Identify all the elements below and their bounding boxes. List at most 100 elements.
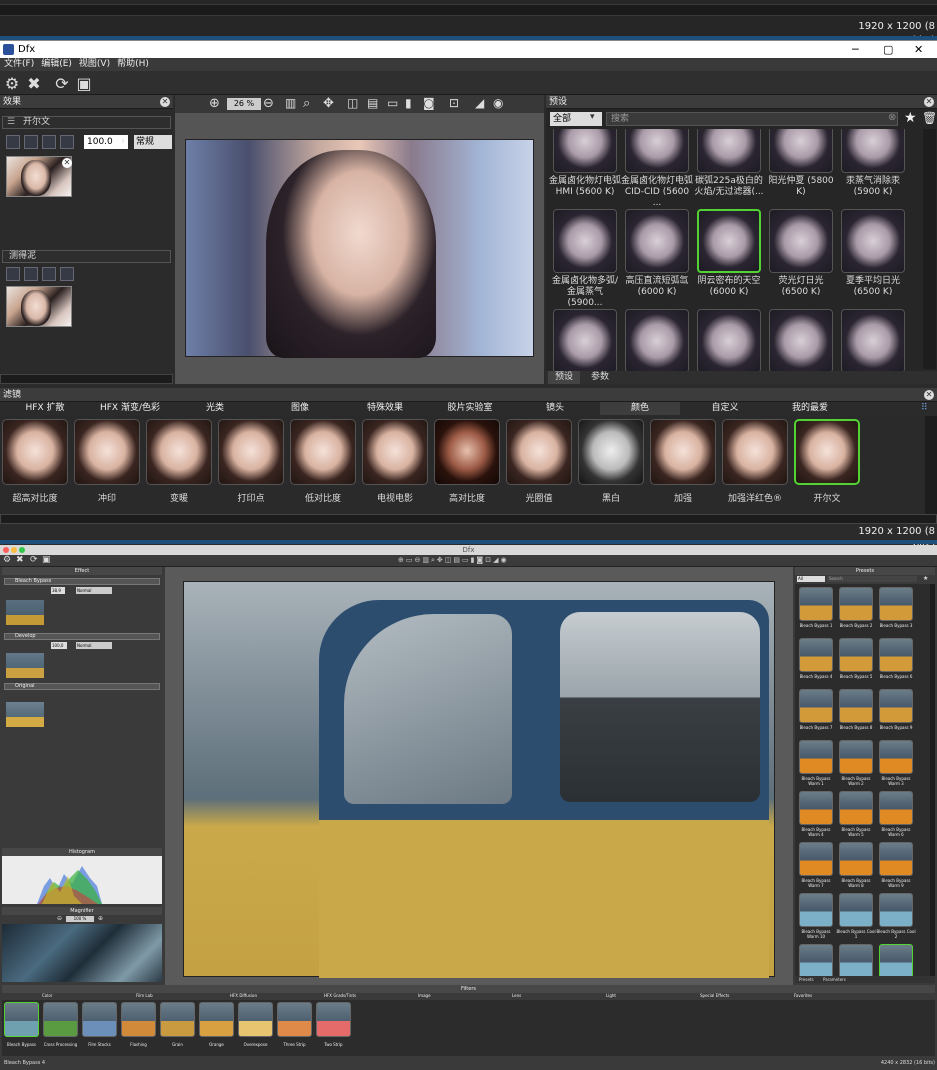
filter-tile[interactable]: 开尔文 bbox=[794, 419, 860, 514]
preset-tile-2[interactable]: Bleach Bypass Warm 9 bbox=[879, 842, 913, 891]
filter-category-tab[interactable]: 颜色 bbox=[600, 402, 680, 415]
refresh-icon[interactable]: ⟳ bbox=[30, 555, 38, 565]
tab-presets-2[interactable]: Presets bbox=[799, 976, 814, 983]
brush-icon[interactable] bbox=[6, 267, 20, 281]
trash-icon[interactable]: 🗑 bbox=[922, 111, 937, 125]
preset-tile-2[interactable]: Bleach Bypass 5 bbox=[839, 638, 873, 687]
preset-tile[interactable]: 荧光灯日光 (6500 K) bbox=[769, 209, 833, 299]
filter-tile-2[interactable]: Flashing bbox=[121, 1002, 156, 1052]
preset-tile-2[interactable]: Bleach Bypass Warm 8 bbox=[839, 842, 873, 891]
preset-tile-2[interactable]: Bleach Bypass 7 bbox=[799, 689, 833, 738]
lightning-icon[interactable] bbox=[42, 135, 56, 149]
filter-category-tab[interactable]: HFX 扩散 bbox=[5, 402, 85, 415]
mask-icon[interactable] bbox=[60, 135, 74, 149]
preset-tile[interactable]: 光夏季遮阳 (7100 bbox=[553, 309, 617, 371]
preset-tile-2[interactable]: Bleach Bypass Warm 1 bbox=[799, 740, 833, 789]
mask-icon[interactable] bbox=[60, 267, 74, 281]
filter-tile-2[interactable]: Orange bbox=[199, 1002, 234, 1052]
presets-category-select[interactable]: All bbox=[797, 576, 825, 582]
preset-tile-2[interactable]: Bleach Bypass Warm 3 bbox=[879, 740, 913, 789]
preset-tile-2[interactable]: Bleach Bypass Warm 10 bbox=[799, 893, 833, 942]
lightning-icon[interactable] bbox=[42, 267, 56, 281]
presets-search-input[interactable]: Search bbox=[827, 576, 917, 582]
filter-category-tab[interactable]: 自定义 bbox=[685, 402, 765, 415]
split-horizontal-icon[interactable]: ▭ bbox=[387, 96, 398, 110]
delete-icon[interactable]: ✖ bbox=[25, 75, 43, 93]
tab-parameters-2[interactable]: Parameters bbox=[823, 976, 846, 983]
develop-thumbnail[interactable] bbox=[6, 653, 44, 678]
presets-scrollbar-2[interactable] bbox=[930, 584, 935, 976]
preset-tile-2[interactable]: Bleach Bypass Warm 7 bbox=[799, 842, 833, 891]
preset-tile-2[interactable]: Bleach Bypass 6 bbox=[879, 638, 913, 687]
filter-category-tab-2[interactable]: Lens bbox=[512, 993, 521, 999]
develop-mode-select[interactable]: Normal bbox=[76, 642, 112, 649]
clear-search-icon[interactable]: ⊗ bbox=[888, 112, 896, 123]
preset-tile-2[interactable]: Bleach Bypass Warm 4 bbox=[799, 791, 833, 840]
split-side-icon[interactable]: ▤ bbox=[367, 96, 378, 110]
filter-tile-2[interactable]: Film Stocks bbox=[82, 1002, 117, 1052]
preset-tile-2[interactable]: Bleach Bypass Warm 2 bbox=[839, 740, 873, 789]
magnifier-icon[interactable]: ⌕ bbox=[303, 96, 310, 111]
mask-view-icon[interactable]: ⊡ bbox=[449, 96, 459, 110]
tab-parameters[interactable]: 参数 bbox=[584, 371, 616, 384]
search-input[interactable]: 搜索 bbox=[606, 112, 898, 126]
grid-view-icon[interactable]: ⠿ bbox=[921, 403, 928, 413]
preset-tile-2[interactable]: Bleach Bypass Cool 1 bbox=[836, 893, 876, 942]
preset-tile[interactable]: 金属卤化物灯电弧 HMI (5600 K) bbox=[549, 129, 621, 199]
preset-tile[interactable]: 天窗 (12000 K) bbox=[841, 309, 905, 371]
close-filters-icon[interactable]: ✕ bbox=[924, 390, 934, 400]
preset-tile[interactable]: 汞蒸气消除汞 (5900 K) bbox=[841, 129, 905, 199]
filter-tile[interactable]: 打印点 bbox=[218, 419, 284, 514]
gear-icon[interactable]: ⚙ bbox=[3, 75, 21, 93]
filter-category-tab-2[interactable]: Light bbox=[606, 993, 616, 999]
filter-tile[interactable]: 高对比度 bbox=[434, 419, 500, 514]
filter-tile[interactable]: 加强 bbox=[650, 419, 716, 514]
zoom-in-icon[interactable]: ⊕ bbox=[98, 915, 103, 922]
bypass-value-input[interactable]: 38,9 bbox=[51, 587, 65, 594]
preset-tile-2[interactable]: Bleach Bypass Cool 2 bbox=[876, 893, 916, 942]
maximize-icon[interactable]: ▢ bbox=[883, 41, 893, 58]
preview-tool-icons[interactable]: ⊕▭⊖▥⌕✥◫▤▭▮◙⊡◢◉ bbox=[398, 556, 563, 565]
star-icon[interactable]: ★ bbox=[904, 110, 917, 126]
filter-horizontal-scrollbar[interactable] bbox=[0, 514, 937, 524]
filter-category-tab[interactable]: 胶片实验室 bbox=[430, 402, 510, 415]
layer-bleach-bypass[interactable]: Bleach Bypass bbox=[4, 578, 160, 585]
preset-tile-2[interactable]: Bleach Bypass 8 bbox=[839, 689, 873, 738]
preset-tile-2[interactable]: Bleach Bypass 9 bbox=[879, 689, 913, 738]
preset-tile-2[interactable]: Bleach Bypass Cool 4 bbox=[839, 944, 873, 976]
preset-scrollbar[interactable] bbox=[923, 129, 936, 369]
bypass-mode-select[interactable]: Normal bbox=[76, 587, 112, 594]
single-view-icon[interactable]: ▮ bbox=[405, 96, 412, 110]
filter-tile[interactable]: 冲印 bbox=[74, 419, 140, 514]
tab-presets[interactable]: 预设 bbox=[548, 371, 580, 384]
magnifier-zoom[interactable]: 100 % bbox=[66, 916, 94, 922]
preset-tile[interactable]: 多云的天空 (8000 bbox=[697, 309, 761, 371]
menu-help[interactable]: 帮助(H) bbox=[117, 59, 149, 69]
filter-tile[interactable]: 低对比度 bbox=[290, 419, 356, 514]
fit-icon[interactable]: ▣ bbox=[75, 75, 93, 93]
blend-mode-select[interactable]: 常规 bbox=[134, 135, 172, 149]
preset-tile-2[interactable]: Bleach Bypass 1 bbox=[799, 587, 833, 636]
menu-file[interactable]: 文件(F) bbox=[4, 59, 34, 69]
filter-category-tab-2[interactable]: Film Lab bbox=[136, 993, 153, 999]
preset-tile[interactable]: 阴云密布的天空 (6000 K) bbox=[697, 209, 761, 299]
close-icon[interactable]: ✕ bbox=[914, 41, 923, 58]
preset-tile-2[interactable]: Bleach Bypass 2 bbox=[839, 587, 873, 636]
preset-tile[interactable]: 夏季平均日光 (6500 K) bbox=[841, 209, 905, 299]
filter-category-tab-2[interactable]: Favorites bbox=[794, 993, 812, 999]
preset-tile[interactable]: 高压直流短弧氙 (6000 K) bbox=[625, 209, 689, 299]
close-presets-icon[interactable]: ✕ bbox=[924, 97, 934, 107]
split-vertical-icon[interactable]: ◫ bbox=[347, 96, 358, 110]
preset-tile[interactable]: 碳弧225a极白的火焰/无过滤器(... bbox=[694, 129, 764, 199]
monitor-icon[interactable] bbox=[24, 135, 38, 149]
remove-layer-icon[interactable]: ✕ bbox=[62, 158, 72, 168]
gear-icon[interactable]: ⚙ bbox=[3, 555, 11, 565]
filter-category-tab[interactable]: 我的最爱 bbox=[770, 402, 850, 415]
star-icon[interactable]: ★ bbox=[923, 575, 928, 582]
fit-icon[interactable]: ▣ bbox=[42, 555, 51, 565]
filter-category-tab-2[interactable]: Image bbox=[418, 993, 431, 999]
preset-tile-2[interactable]: Bleach Bypass Warm 5 bbox=[839, 791, 873, 840]
preset-tile-2[interactable]: Bleach Bypass Warm 6 bbox=[879, 791, 913, 840]
filter-category-tab[interactable]: HFX 渐变/色彩 bbox=[90, 402, 170, 415]
menu-edit[interactable]: 编辑(E) bbox=[41, 59, 72, 69]
